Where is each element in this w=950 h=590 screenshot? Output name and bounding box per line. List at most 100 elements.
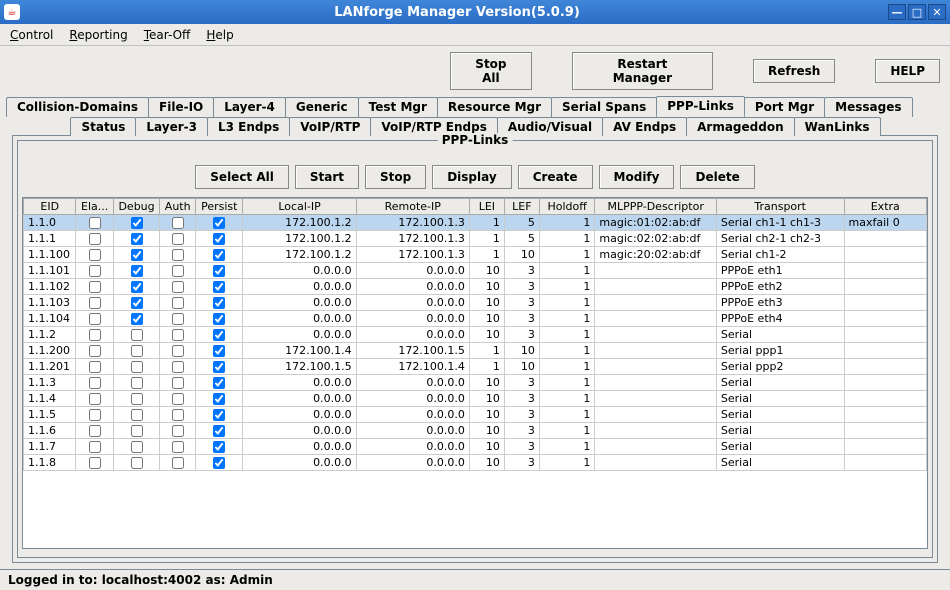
checkbox-cell[interactable] [113,343,160,359]
row-checkbox[interactable] [172,329,184,341]
checkbox-cell[interactable] [196,215,243,231]
checkbox-cell[interactable] [160,215,196,231]
row-checkbox[interactable] [213,393,225,405]
checkbox-cell[interactable] [160,407,196,423]
row-checkbox[interactable] [89,393,101,405]
tab-serial-spans[interactable]: Serial Spans [551,97,657,117]
column-header[interactable]: Debug [113,199,160,215]
checkbox-cell[interactable] [160,263,196,279]
row-checkbox[interactable] [89,233,101,245]
restart-manager-button[interactable]: Restart Manager [572,52,713,90]
checkbox-cell[interactable] [196,391,243,407]
table-row[interactable]: 1.1.40.0.0.00.0.0.01031Serial [24,391,927,407]
tab-port-mgr[interactable]: Port Mgr [744,97,825,117]
checkbox-cell[interactable] [76,359,113,375]
delete-button[interactable]: Delete [680,165,754,189]
display-button[interactable]: Display [432,165,511,189]
tab-test-mgr[interactable]: Test Mgr [358,97,438,117]
row-checkbox[interactable] [131,409,143,421]
checkbox-cell[interactable] [76,375,113,391]
row-checkbox[interactable] [172,441,184,453]
checkbox-cell[interactable] [113,215,160,231]
row-checkbox[interactable] [89,345,101,357]
row-checkbox[interactable] [213,329,225,341]
checkbox-cell[interactable] [113,439,160,455]
row-checkbox[interactable] [131,217,143,229]
table-row[interactable]: 1.1.60.0.0.00.0.0.01031Serial [24,423,927,439]
modify-button[interactable]: Modify [599,165,675,189]
column-header[interactable]: Transport [716,199,844,215]
checkbox-cell[interactable] [76,263,113,279]
checkbox-cell[interactable] [113,375,160,391]
tab-resource-mgr[interactable]: Resource Mgr [437,97,552,117]
row-checkbox[interactable] [89,313,101,325]
row-checkbox[interactable] [89,361,101,373]
row-checkbox[interactable] [213,297,225,309]
refresh-button[interactable]: Refresh [753,59,835,83]
table-row[interactable]: 1.1.1030.0.0.00.0.0.01031PPPoE eth3 [24,295,927,311]
tab-generic[interactable]: Generic [285,97,359,117]
row-checkbox[interactable] [131,377,143,389]
help-button[interactable]: HELP [875,59,940,83]
row-checkbox[interactable] [172,313,184,325]
checkbox-cell[interactable] [160,391,196,407]
row-checkbox[interactable] [89,249,101,261]
row-checkbox[interactable] [131,313,143,325]
menu-help[interactable]: Help [202,26,237,44]
tab-l3-endps[interactable]: L3 Endps [207,117,290,136]
row-checkbox[interactable] [172,265,184,277]
create-button[interactable]: Create [518,165,593,189]
tab-wanlinks[interactable]: WanLinks [794,117,881,136]
checkbox-cell[interactable] [113,327,160,343]
tab-av-endps[interactable]: AV Endps [602,117,687,136]
checkbox-cell[interactable] [196,455,243,471]
start-button[interactable]: Start [295,165,359,189]
checkbox-cell[interactable] [160,247,196,263]
checkbox-cell[interactable] [196,407,243,423]
checkbox-cell[interactable] [196,423,243,439]
row-checkbox[interactable] [213,377,225,389]
stop-all-button[interactable]: Stop All [450,52,532,90]
checkbox-cell[interactable] [113,407,160,423]
checkbox-cell[interactable] [76,455,113,471]
checkbox-cell[interactable] [160,295,196,311]
table-row[interactable]: 1.1.70.0.0.00.0.0.01031Serial [24,439,927,455]
checkbox-cell[interactable] [196,327,243,343]
checkbox-cell[interactable] [160,343,196,359]
checkbox-cell[interactable] [196,439,243,455]
row-checkbox[interactable] [131,281,143,293]
row-checkbox[interactable] [131,457,143,469]
table-row[interactable]: 1.1.1020.0.0.00.0.0.01031PPPoE eth2 [24,279,927,295]
row-checkbox[interactable] [89,425,101,437]
column-header[interactable]: Remote-IP [356,199,469,215]
menu-tearoff[interactable]: Tear-Off [140,26,195,44]
checkbox-cell[interactable] [196,375,243,391]
column-header[interactable]: MLPPP-Descriptor [595,199,716,215]
column-header[interactable]: Holdoff [539,199,595,215]
tab-status[interactable]: Status [70,117,136,136]
table-row[interactable]: 1.1.1010.0.0.00.0.0.01031PPPoE eth1 [24,263,927,279]
table-row[interactable]: 1.1.50.0.0.00.0.0.01031Serial [24,407,927,423]
row-checkbox[interactable] [89,217,101,229]
checkbox-cell[interactable] [196,263,243,279]
row-checkbox[interactable] [131,361,143,373]
checkbox-cell[interactable] [196,231,243,247]
checkbox-cell[interactable] [196,279,243,295]
checkbox-cell[interactable] [113,279,160,295]
row-checkbox[interactable] [213,441,225,453]
table-row[interactable]: 1.1.200172.100.1.4172.100.1.51101Serial … [24,343,927,359]
column-header[interactable]: LEF [504,199,539,215]
checkbox-cell[interactable] [160,375,196,391]
checkbox-cell[interactable] [113,359,160,375]
checkbox-cell[interactable] [76,439,113,455]
checkbox-cell[interactable] [76,391,113,407]
row-checkbox[interactable] [172,425,184,437]
checkbox-cell[interactable] [113,423,160,439]
row-checkbox[interactable] [89,297,101,309]
tab-collision-domains[interactable]: Collision-Domains [6,97,149,117]
row-checkbox[interactable] [213,361,225,373]
row-checkbox[interactable] [172,249,184,261]
row-checkbox[interactable] [172,361,184,373]
tab-messages[interactable]: Messages [824,97,912,117]
checkbox-cell[interactable] [76,295,113,311]
